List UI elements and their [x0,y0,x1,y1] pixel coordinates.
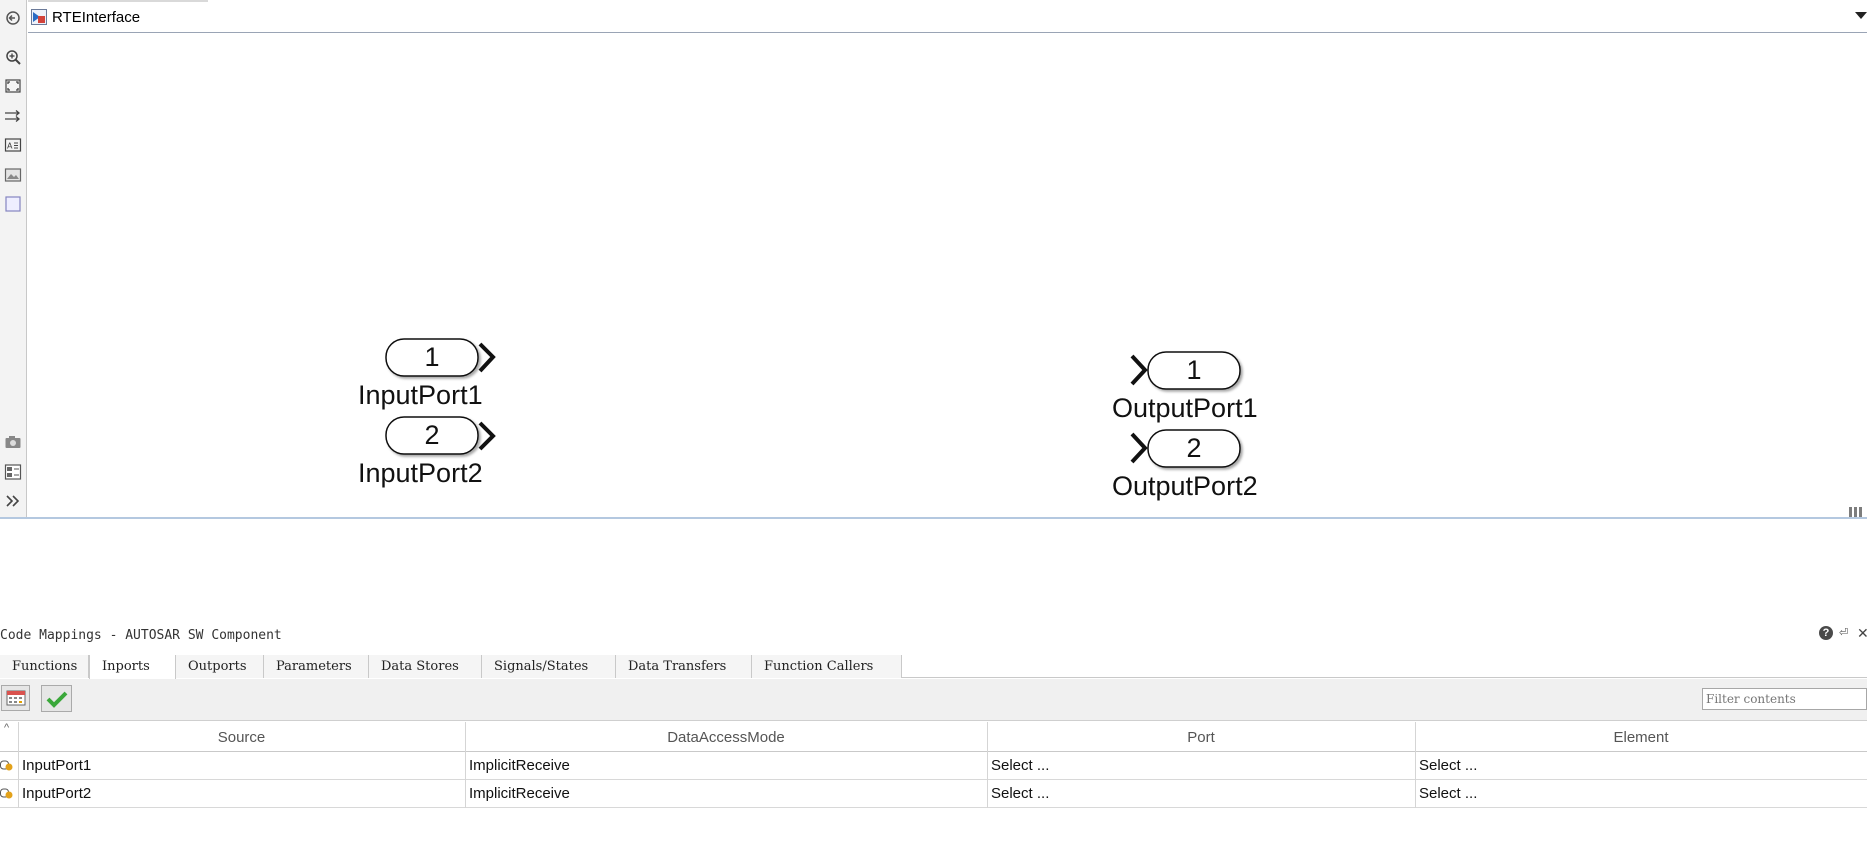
tab-data-stores[interactable]: Data Stores [369,655,482,678]
inport-block-1[interactable]: 1 [385,338,496,377]
calendar-grid-icon[interactable] [1,685,30,711]
port-select-cell[interactable]: Select ... [991,785,1049,802]
outport-block-2[interactable]: 2 [1130,429,1241,468]
model-address-bar[interactable]: RTEInterface [28,2,1867,33]
inport-label[interactable]: InputPort2 [358,458,483,489]
svg-text:A: A [7,142,13,151]
panel-controls: ? ⏎ ✕ [1819,626,1867,640]
inport-row-icon [0,760,13,771]
port-select-cell[interactable]: Select ... [991,757,1049,774]
image-icon[interactable] [3,165,23,185]
close-icon[interactable]: ✕ [1857,626,1867,640]
inports-table: ^ Source DataAccessMode Port Element Inp… [0,722,1867,808]
model-canvas[interactable]: 1 2 1 2 InputPort1 InputPort2 OutputPort… [28,34,1867,518]
code-mappings-toolbar [0,679,1867,721]
panel-divider[interactable] [0,517,1867,519]
zoom-icon[interactable] [3,47,23,67]
tab-outports[interactable]: Outports [176,655,264,678]
signal-lines-icon[interactable] [3,106,23,126]
help-icon[interactable]: ? [1819,626,1833,640]
column-header-source[interactable]: Source [18,729,465,746]
validate-check-icon[interactable] [41,685,72,712]
data-access-mode-cell[interactable]: ImplicitReceive [469,757,570,774]
code-mappings-tabs: Functions Inports Outports Parameters Da… [0,655,1867,679]
area-icon[interactable] [3,194,23,214]
outport-label[interactable]: OutputPort2 [1112,471,1258,502]
expand-icon[interactable] [3,491,23,511]
inport-row-icon [0,788,13,799]
element-select-cell[interactable]: Select ... [1419,757,1477,774]
inport-number: 1 [424,342,439,372]
model-name[interactable]: RTEInterface [52,9,140,26]
annotation-icon[interactable]: A [3,135,23,155]
tab-signals-states[interactable]: Signals/States [482,655,616,678]
column-header-dataaccessmode[interactable]: DataAccessMode [465,729,987,746]
element-select-cell[interactable]: Select ... [1419,785,1477,802]
table-header: ^ Source DataAccessMode Port Element [0,722,1867,752]
left-toolbar: A [0,0,27,518]
sort-caret-icon[interactable]: ^ [4,722,9,734]
outport-block-1[interactable]: 1 [1130,351,1241,390]
source-cell: InputPort1 [22,757,92,774]
tab-functions[interactable]: Functions [0,655,89,678]
tab-function-callers[interactable]: Function Callers [752,655,902,678]
inport-label[interactable]: InputPort1 [358,380,483,411]
simulink-editor: A RTEInterface 1 2 1 2 InputPort1 InputP… [0,0,1867,846]
model-icon [31,9,47,25]
inport-number: 2 [424,420,439,450]
column-header-element[interactable]: Element [1415,729,1867,746]
column-header-port[interactable]: Port [987,729,1415,746]
filter-input[interactable] [1702,688,1867,710]
resize-grip[interactable] [1849,504,1867,517]
chevron-down-icon[interactable] [1855,12,1867,19]
canvas-blocks: 1 2 1 2 [385,338,1241,468]
outport-number: 1 [1186,355,1201,385]
screenshot-icon[interactable] [3,432,23,452]
fit-view-icon[interactable] [3,76,23,96]
code-mappings-title: Code Mappings - AUTOSAR SW Component [0,628,282,643]
data-access-mode-cell[interactable]: ImplicitReceive [469,785,570,802]
outport-number: 2 [1186,433,1201,463]
table-row[interactable]: InputPort2 ImplicitReceive Select ... Se… [0,780,1867,808]
model-browser-icon[interactable] [3,462,23,482]
back-icon[interactable] [3,8,23,28]
pin-icon[interactable]: ⏎ [1839,628,1851,639]
table-row[interactable]: InputPort1 ImplicitReceive Select ... Se… [0,752,1867,780]
inport-block-2[interactable]: 2 [385,416,496,455]
tab-data-transfers[interactable]: Data Transfers [616,655,752,678]
source-cell: InputPort2 [22,785,92,802]
tab-inports[interactable]: Inports [89,655,176,679]
outport-label[interactable]: OutputPort1 [1112,393,1258,424]
tab-parameters[interactable]: Parameters [264,655,369,678]
